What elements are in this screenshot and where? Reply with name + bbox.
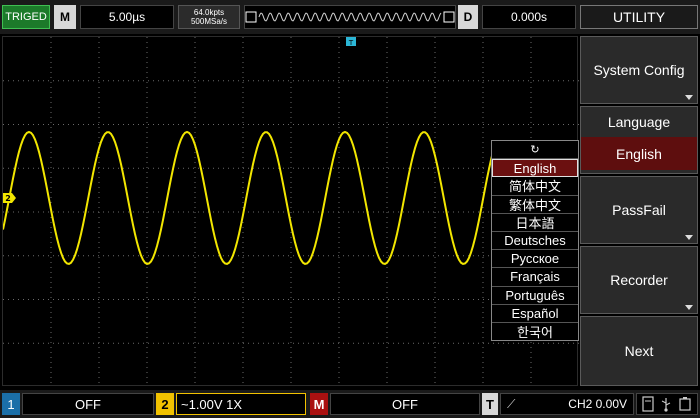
language-option-german[interactable]: Deutsches bbox=[492, 232, 578, 251]
ch2-waveform bbox=[3, 130, 494, 265]
language-value: English bbox=[581, 137, 697, 170]
recorder-label: Recorder bbox=[610, 272, 668, 288]
timebase-badge[interactable]: M bbox=[54, 5, 76, 29]
bottom-status-bar: 1 OFF 2 ~1.00V 1X M OFF T ⟋ CH2 0.00V bbox=[0, 390, 700, 418]
memory-wave-preview bbox=[245, 11, 455, 23]
usb-icon bbox=[661, 398, 671, 412]
language-option-russian[interactable]: Русское bbox=[492, 250, 578, 269]
language-option-japanese[interactable]: 日本語 bbox=[492, 214, 578, 232]
language-option-spanish[interactable]: Español bbox=[492, 305, 578, 323]
next-button[interactable]: Next bbox=[580, 316, 698, 386]
math-state[interactable]: OFF bbox=[330, 393, 480, 415]
timebase-value[interactable]: 5.00µs bbox=[80, 5, 174, 29]
ch2-offset-marker[interactable]: 2 bbox=[3, 193, 16, 203]
sample-rate: 500MSa/s bbox=[190, 17, 228, 26]
menu-title: UTILITY bbox=[580, 5, 698, 29]
memory-depth: 64.0kpts bbox=[193, 8, 225, 17]
trigger-slope-icon: ⟋ bbox=[507, 396, 516, 411]
file-icon bbox=[642, 396, 654, 412]
memory-overview bbox=[244, 5, 456, 29]
trigger-status: TRIGED bbox=[2, 5, 50, 29]
power-icon bbox=[679, 397, 691, 411]
trigger-source: CH2 0.00V bbox=[568, 397, 627, 411]
chevron-down-icon bbox=[685, 95, 693, 100]
memory-info: 64.0kpts 500MSa/s bbox=[178, 5, 240, 29]
trigger-position-marker[interactable]: T bbox=[346, 37, 356, 47]
ch2-marker-label: 2 bbox=[5, 194, 11, 203]
delay-badge[interactable]: D bbox=[458, 5, 478, 29]
ch2-state[interactable]: ~1.00V 1X bbox=[176, 393, 306, 415]
chevron-down-icon bbox=[685, 305, 693, 310]
trigger-info[interactable]: ⟋ CH2 0.00V bbox=[500, 393, 634, 415]
language-button[interactable]: Language English bbox=[580, 106, 698, 174]
chevron-down-icon bbox=[685, 235, 693, 240]
system-config-button[interactable]: System Config bbox=[580, 36, 698, 104]
language-option-korean[interactable]: 한국어 bbox=[492, 323, 578, 341]
top-status-bar: TRIGED M 5.00µs 64.0kpts 500MSa/s D 0.00… bbox=[0, 0, 700, 34]
language-option-portuguese[interactable]: Português bbox=[492, 287, 578, 305]
trigger-marker-label: T bbox=[348, 39, 354, 47]
passfail-button[interactable]: PassFail bbox=[580, 176, 698, 244]
delay-value[interactable]: 0.000s bbox=[482, 5, 576, 29]
language-title: Language bbox=[581, 107, 697, 137]
recorder-button[interactable]: Recorder bbox=[580, 246, 698, 314]
language-option-english[interactable]: English bbox=[492, 159, 578, 178]
math-badge[interactable]: M bbox=[310, 393, 328, 415]
language-option-traditional-chinese[interactable]: 繁体中文 bbox=[492, 196, 578, 214]
trigger-badge[interactable]: T bbox=[482, 393, 498, 415]
refresh-icon[interactable]: ↻ bbox=[492, 141, 578, 160]
system-config-label: System Config bbox=[593, 62, 685, 78]
language-option-french[interactable]: Français bbox=[492, 268, 578, 287]
next-label: Next bbox=[624, 343, 654, 359]
ch1-state[interactable]: OFF bbox=[22, 393, 154, 415]
passfail-label: PassFail bbox=[612, 202, 666, 218]
ch1-badge[interactable]: 1 bbox=[2, 393, 20, 415]
language-option-simplified-chinese[interactable]: 简体中文 bbox=[492, 177, 578, 196]
ch2-badge[interactable]: 2 bbox=[156, 393, 174, 415]
language-list[interactable]: ↻ English 简体中文 繁体中文 日本語 Deutsches Русско… bbox=[491, 140, 579, 341]
status-icons bbox=[636, 393, 698, 415]
